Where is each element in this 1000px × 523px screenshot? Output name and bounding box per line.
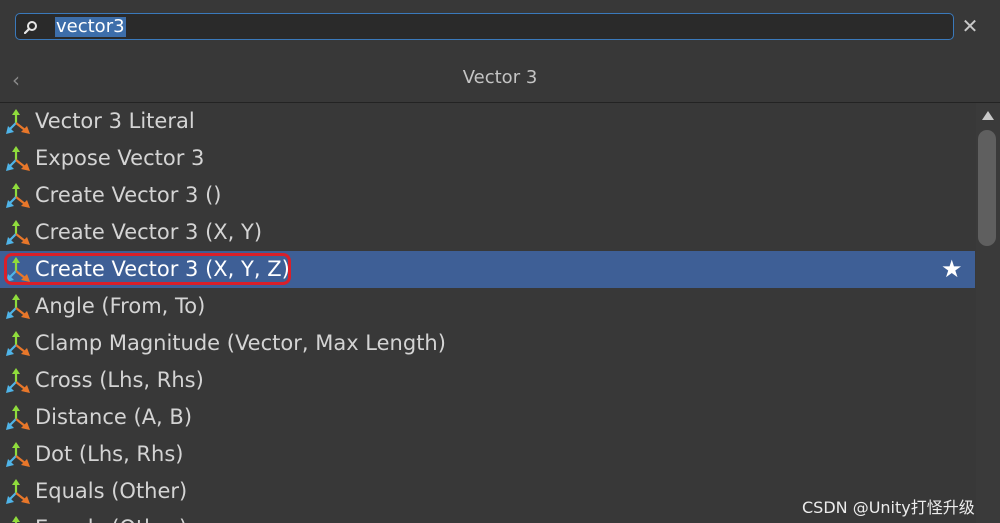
highlight-annotation-box — [4, 253, 291, 285]
vector-axes-icon — [5, 109, 31, 135]
list-item[interactable]: Distance (A, B) — [0, 399, 975, 436]
list-item-label: Angle (From, To) — [35, 294, 206, 318]
list-item-label: Expose Vector 3 — [35, 146, 205, 170]
list-item[interactable]: Expose Vector 3 — [0, 140, 975, 177]
vector-axes-icon — [5, 183, 31, 209]
vector-axes-icon — [5, 331, 31, 357]
vector-axes-icon — [5, 516, 31, 523]
page-title: Vector 3 — [462, 67, 538, 88]
list-item-label: Distance (A, B) — [35, 405, 193, 429]
search-icon — [24, 21, 37, 34]
category-header: ‹ Vector 3 — [0, 56, 1000, 103]
list-item-label: Vector 3 Literal — [35, 109, 195, 133]
node-list: Vector 3 Literal Expose Vector 3 Create Ve… — [0, 103, 975, 523]
vector-axes-icon — [5, 442, 31, 468]
watermark: CSDN @Unity打怪升级 — [802, 498, 975, 517]
list-item-label: Create Vector 3 (X, Y) — [35, 220, 263, 244]
list-item[interactable]: Create Vector 3 (X, Y) — [0, 214, 975, 251]
list-item[interactable]: Angle (From, To) — [0, 288, 975, 325]
scroll-thumb[interactable] — [978, 130, 996, 246]
list-item-label: Create Vector 3 () — [35, 183, 222, 207]
list-item-selected[interactable]: Create Vector 3 (X, Y, Z) ★ — [0, 251, 975, 288]
list-item[interactable]: Cross (Lhs, Rhs) — [0, 362, 975, 399]
list-item[interactable]: Create Vector 3 () — [0, 177, 975, 214]
vector-axes-icon — [5, 146, 31, 172]
vector-axes-icon — [5, 294, 31, 320]
list-item-label: Dot (Lhs, Rhs) — [35, 442, 184, 466]
vector-axes-icon — [5, 220, 31, 246]
vector-axes-icon — [5, 368, 31, 394]
search-input-value[interactable]: vector3 — [55, 17, 126, 37]
star-icon[interactable]: ★ — [941, 257, 965, 281]
scrollbar[interactable] — [976, 103, 1000, 523]
list-item-label: Equals (Other) — [35, 516, 187, 523]
list-item[interactable]: Vector 3 Literal — [0, 103, 975, 140]
search-input[interactable]: vector3 — [15, 13, 954, 40]
close-icon[interactable]: ✕ — [960, 15, 980, 37]
search-bar: vector3 ✕ — [0, 0, 1000, 56]
list-item-label: Equals (Other) — [35, 479, 188, 503]
list-item[interactable]: Clamp Magnitude (Vector, Max Length) — [0, 325, 975, 362]
list-item[interactable]: Dot (Lhs, Rhs) — [0, 436, 975, 473]
vector-axes-icon — [5, 405, 31, 431]
list-item-label: Clamp Magnitude (Vector, Max Length) — [35, 331, 446, 355]
list-item-label: Cross (Lhs, Rhs) — [35, 368, 204, 392]
vector-axes-icon — [5, 479, 31, 505]
scroll-up-arrow-icon[interactable] — [982, 111, 994, 120]
